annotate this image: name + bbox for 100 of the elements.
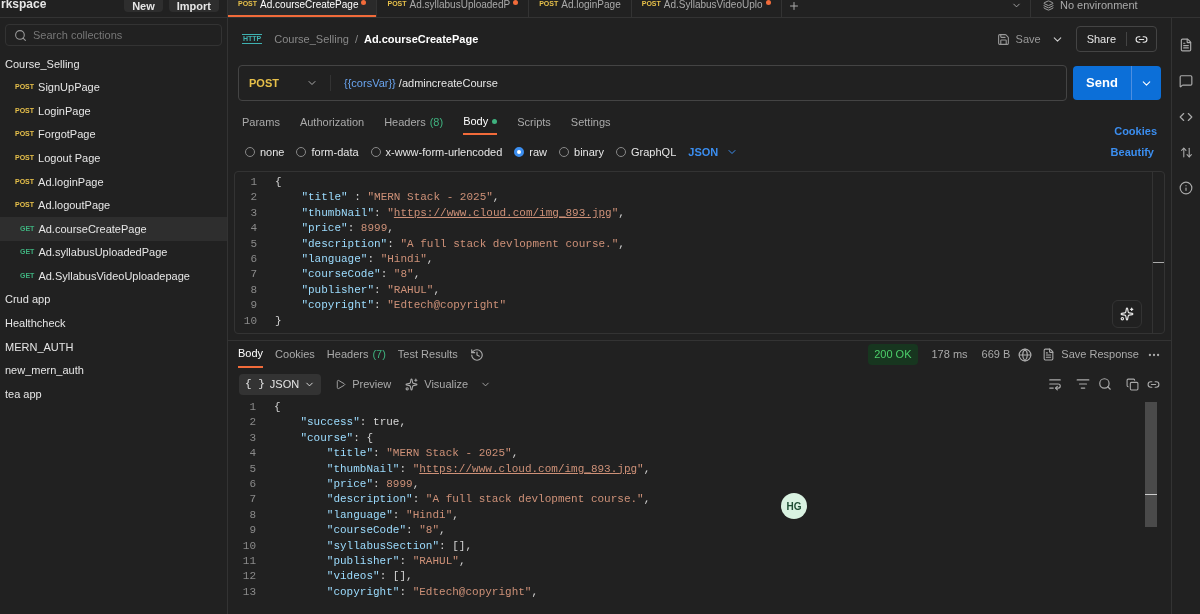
document-icon[interactable]: [1179, 38, 1193, 52]
code-line: "courseCode": "8",: [325, 524, 446, 537]
request-section-tab[interactable]: Authorization: [299, 109, 365, 135]
save-response-button[interactable]: Save Response: [1042, 346, 1139, 363]
user-avatar[interactable]: HG: [781, 493, 807, 519]
request-name: SignUpPage: [38, 80, 100, 96]
header-button[interactable]: Import: [168, 0, 219, 12]
collection-item[interactable]: tea app: [0, 382, 227, 406]
wrap-icon[interactable]: [1048, 377, 1062, 391]
search-field[interactable]: Search collections: [5, 24, 222, 46]
collection-item[interactable]: new_mern_auth: [0, 358, 227, 383]
body-type-radio[interactable]: raw: [514, 143, 548, 161]
code-line: "language": "Hindi",: [325, 508, 459, 521]
code-line: "thumbNail": "https://www.cloud.com/img_893.jpg",: [325, 462, 651, 475]
request-name: Ad.loginPage: [38, 174, 104, 190]
collection-item[interactable]: MERN_AUTH: [0, 335, 227, 359]
line-number: 8: [249, 282, 258, 298]
body-type-radio[interactable]: binary: [559, 143, 605, 161]
code-line: "description": "A full stack devlopment course.",: [325, 493, 651, 506]
ai-assist-icon[interactable]: [1112, 300, 1142, 328]
response-tab[interactable]: Test Results: [397, 341, 458, 368]
collection-item[interactable]: Course_Selling: [0, 52, 227, 76]
line-number: 2: [249, 190, 258, 206]
send-button[interactable]: Send: [1073, 66, 1161, 100]
response-tab[interactable]: Cookies: [275, 341, 315, 368]
code-line: "thumbNail": "https://www.cloud.com/img_893.jpg",: [300, 206, 625, 219]
request-name: Ad.courseCreatePage: [38, 221, 147, 237]
code-line: "price": 8999,: [300, 222, 394, 235]
request-name: Ad.syllabusUploadedPage: [38, 245, 168, 261]
header-button[interactable]: New: [124, 0, 163, 12]
workspace-title: rkspace: [1, 0, 47, 10]
collection-item[interactable]: Crud app: [0, 287, 227, 312]
response-tab[interactable]: Headers (7): [326, 341, 386, 368]
line-number: 6: [248, 477, 257, 493]
code-line: "title" : "MERN Stack - 2025",: [300, 191, 500, 204]
filter-icon[interactable]: [1076, 377, 1090, 391]
format-dropdown[interactable]: JSON: [688, 143, 739, 161]
cookies-link[interactable]: Cookies: [1114, 122, 1157, 139]
line-number: 4: [248, 446, 257, 462]
request-title: Ad.courseCreatePage: [363, 31, 479, 47]
code-line: "description": "A full stack devlopment course.",: [300, 237, 625, 250]
code-line: "publisher": "RAHUL",: [300, 283, 441, 296]
line-number: 5: [248, 461, 257, 477]
request-name: Ad.SyllabusVideoUploadepage: [38, 268, 190, 284]
line-number: 5: [249, 236, 258, 252]
visualize-button[interactable]: Visualize: [405, 375, 492, 393]
share-button[interactable]: Share: [1075, 26, 1157, 52]
request-section-tab[interactable]: Settings: [570, 109, 611, 135]
line-number: 11: [241, 554, 257, 570]
breadcrumb-separator: /: [354, 31, 358, 47]
save-button[interactable]: Save: [992, 30, 1045, 48]
body-type-radio[interactable]: none: [245, 143, 285, 161]
environment-selector[interactable]: No environment: [1030, 0, 1200, 17]
code-line: "language": "Hindi",: [300, 253, 434, 266]
add-tab-icon[interactable]: [787, 0, 800, 12]
request-section-tab[interactable]: Params: [242, 109, 280, 135]
globe-icon[interactable]: [1018, 347, 1033, 362]
response-tab[interactable]: Body: [238, 341, 264, 368]
code-line: "videos": [],: [325, 570, 413, 583]
request-name: Logout Page: [38, 150, 101, 166]
line-number: 9: [249, 298, 258, 314]
line-number: 4: [249, 221, 258, 237]
line-number: 3: [248, 430, 257, 446]
beautify-link[interactable]: Beautify: [1110, 143, 1154, 161]
collection-item[interactable]: Healthcheck: [0, 311, 227, 336]
search-icon[interactable]: [1098, 377, 1112, 391]
code-line: }: [275, 314, 282, 327]
body-type-radio[interactable]: x-www-form-urlencoded: [370, 143, 503, 161]
play-icon: [335, 378, 347, 390]
body-type-radio[interactable]: GraphQL: [616, 143, 677, 161]
tab-label: Ad.courseCreatePage: [260, 0, 359, 10]
code-line: "course": {: [299, 431, 374, 444]
arrows-icon[interactable]: [1179, 146, 1193, 159]
code-line: "courseCode": "8",: [300, 268, 421, 281]
line-number: 7: [249, 267, 258, 283]
url-bar[interactable]: POST {{corsVar}} /admincreateCourse: [238, 65, 1067, 101]
preview-button[interactable]: Preview: [335, 375, 392, 393]
method-dropdown[interactable]: POST: [239, 74, 331, 92]
copy-icon[interactable]: [1126, 377, 1139, 391]
body-type-radio[interactable]: form-data: [296, 143, 359, 161]
line-number: 2: [248, 415, 257, 431]
line-number: 6: [249, 252, 258, 268]
line-number: 10: [242, 313, 258, 329]
comment-icon[interactable]: [1179, 74, 1193, 88]
history-icon[interactable]: [469, 347, 484, 362]
request-name: Ad.logoutPage: [38, 198, 111, 214]
request-section-tab[interactable]: Body: [463, 109, 498, 135]
code-line: "copyright": "Edtech@copyright": [300, 299, 507, 312]
code-icon[interactable]: [1179, 110, 1193, 124]
url-text: {{corsVar}} /admincreateCourse: [343, 75, 498, 91]
info-icon[interactable]: [1179, 181, 1193, 195]
request-section-tab[interactable]: Headers (8): [384, 109, 444, 135]
tab-label: Ad.SyllabusVideoUplo: [663, 0, 763, 10]
request-section-tab[interactable]: Scripts: [517, 109, 551, 135]
line-number: 9: [248, 523, 257, 539]
request-name: LoginPage: [38, 103, 91, 119]
request-name: ForgotPage: [38, 127, 96, 143]
sparkle-icon: [405, 377, 419, 391]
breadcrumb-collection[interactable]: Course_Selling: [274, 30, 349, 48]
response-format-dropdown[interactable]: { } JSON: [239, 373, 322, 395]
